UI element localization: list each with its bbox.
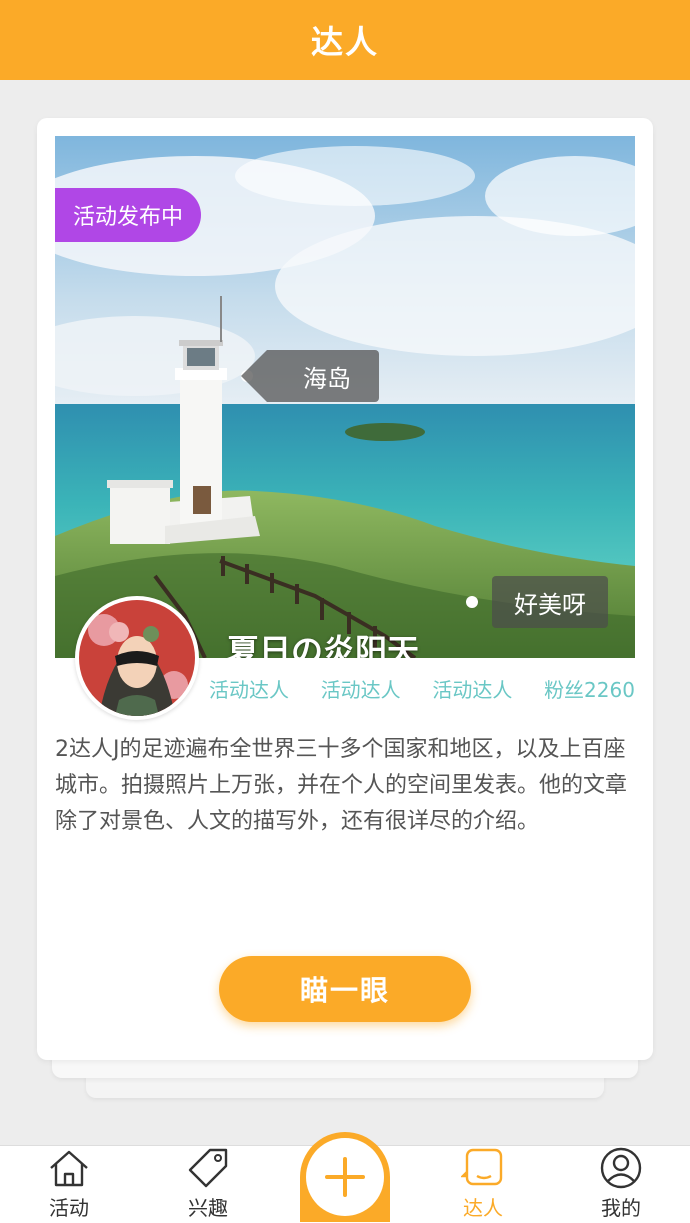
tab-label: 我的 xyxy=(601,1196,641,1220)
peek-button[interactable]: 瞄一眼 xyxy=(219,956,471,1022)
stat-item: 活动达人 xyxy=(320,678,401,702)
photo-tag-island[interactable]: 海岛 xyxy=(241,350,379,402)
expert-icon xyxy=(460,1146,506,1190)
user-icon xyxy=(598,1146,644,1190)
tab-experts[interactable]: 达人 xyxy=(433,1146,533,1223)
avatar-image xyxy=(79,600,195,716)
stat-item: 活动达人 xyxy=(432,678,513,702)
tab-label: 兴趣 xyxy=(188,1196,228,1220)
page-header: 达人 xyxy=(0,0,690,80)
photo-tag-comment[interactable]: 好美呀 xyxy=(466,576,608,628)
follower-count: 粉丝2260 xyxy=(544,678,635,702)
home-icon xyxy=(46,1146,92,1190)
card-description: 2达人J的足迹遍布全世界三十多个国家和地区，以及上百座城市。拍摄照片上万张，并在… xyxy=(55,737,628,834)
card-title: 夏日の炎阳天 xyxy=(227,632,420,658)
tag-anchor-dot xyxy=(466,596,478,608)
stat-item: 活动达人 xyxy=(209,678,289,702)
tab-activity[interactable]: 活动 xyxy=(19,1146,119,1223)
tag-label: 海岛 xyxy=(241,350,379,402)
avatar[interactable] xyxy=(75,596,199,720)
stats-row: 活动达人 活动达人 活动达人 粉丝2260 xyxy=(209,674,635,703)
plus-icon xyxy=(306,1138,384,1216)
page-title: 达人 xyxy=(310,23,379,61)
tag-icon xyxy=(185,1146,231,1190)
tab-mine[interactable]: 我的 xyxy=(571,1146,671,1223)
tag-label: 好美呀 xyxy=(492,576,608,628)
cover-photo[interactable]: 活动发布中 海岛 好美呀 夏日の炎阳天 xyxy=(55,136,635,658)
tab-label: 活动 xyxy=(49,1196,89,1220)
create-button[interactable] xyxy=(300,1132,390,1222)
expert-card[interactable]: 活动发布中 海岛 好美呀 夏日の炎阳天 活动达人 活动达人 活动达人 粉丝226… xyxy=(37,118,653,1060)
tab-label: 达人 xyxy=(463,1196,503,1220)
tab-interests[interactable]: 兴趣 xyxy=(158,1146,258,1223)
status-badge: 活动发布中 xyxy=(55,188,201,242)
